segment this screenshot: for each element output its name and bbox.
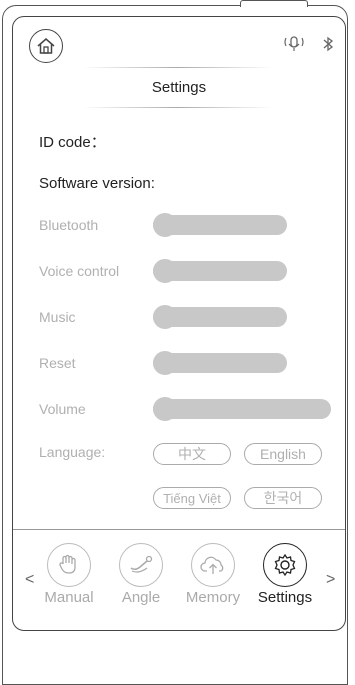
setting-row-volume: Volume [39, 395, 339, 425]
home-icon [37, 38, 55, 54]
page-title: Settings [151, 79, 207, 96]
setting-label: Reset [39, 355, 76, 371]
slider-knob[interactable] [153, 397, 177, 421]
id-code-label: ID code： [39, 134, 106, 151]
screen: Settings ID code： Software version: Blue… [12, 16, 346, 631]
volume-slider[interactable] [153, 397, 331, 421]
language-label: Language: [39, 444, 106, 460]
nav-item-memory[interactable]: Memory [181, 543, 245, 606]
status-icons [281, 35, 335, 53]
nav-item-angle[interactable]: Angle [109, 543, 173, 606]
setting-row-reset: Reset [39, 349, 339, 379]
slider-knob[interactable] [153, 259, 177, 283]
reset-toggle[interactable] [153, 351, 287, 375]
setting-row-bluetooth: Bluetooth [39, 211, 339, 241]
language-option-chinese[interactable]: 中文 [153, 443, 231, 465]
hand-icon [47, 543, 91, 587]
setting-label: Music [39, 309, 76, 325]
chevron-left-icon[interactable]: < [25, 571, 34, 589]
cloud-upload-icon [191, 543, 235, 587]
header-divider-top [83, 67, 273, 68]
nav-label: Settings [257, 589, 313, 606]
slider-knob[interactable] [153, 305, 177, 329]
setting-row-voice-control: Voice control [39, 257, 339, 287]
gear-icon [263, 543, 307, 587]
setting-label: Voice control [39, 263, 120, 279]
recline-icon [119, 543, 163, 587]
language-option-korean[interactable]: 한국어 [244, 487, 322, 509]
nav-label: Memory [185, 589, 241, 606]
header-divider-bottom [83, 107, 273, 108]
slider-knob[interactable] [153, 351, 177, 375]
setting-label: Volume [39, 401, 86, 417]
voice-control-toggle[interactable] [153, 259, 287, 283]
nav-item-settings[interactable]: Settings [253, 543, 317, 606]
home-button[interactable] [29, 29, 63, 63]
nav-divider [13, 529, 345, 530]
software-version-label: Software version: [39, 175, 155, 192]
music-toggle[interactable] [153, 305, 287, 329]
bluetooth-icon[interactable] [321, 35, 335, 53]
setting-label: Bluetooth [39, 217, 99, 233]
microphone-icon[interactable] [281, 35, 307, 53]
bottom-nav: < Manual Angle Memory Settings > [13, 535, 345, 615]
slider-knob[interactable] [153, 213, 177, 237]
nav-label: Angle [121, 589, 161, 606]
nav-label: Manual [44, 589, 94, 606]
setting-row-music: Music [39, 303, 339, 333]
nav-item-manual[interactable]: Manual [37, 543, 101, 606]
bluetooth-toggle[interactable] [153, 213, 287, 237]
chevron-right-icon[interactable]: > [326, 571, 335, 589]
language-option-english[interactable]: English [244, 443, 322, 465]
device-tab [240, 0, 308, 7]
language-option-vietnamese[interactable]: Tiếng Việt [153, 487, 231, 509]
